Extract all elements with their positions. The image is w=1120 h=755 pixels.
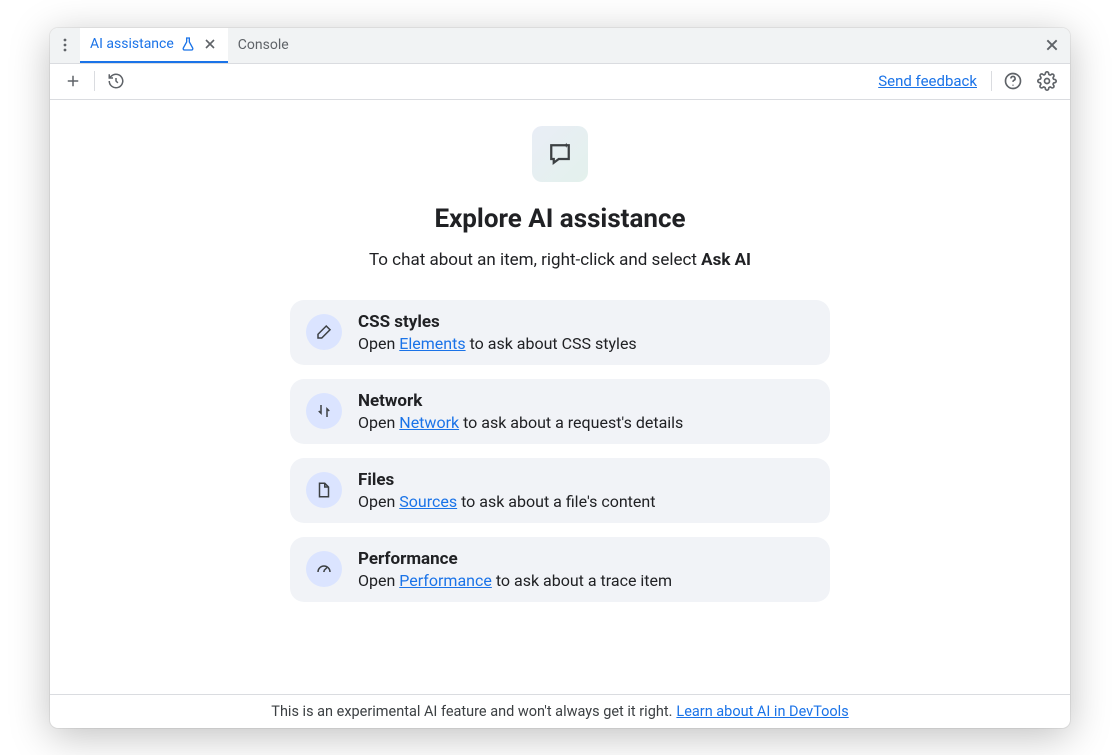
- new-chat-button[interactable]: [60, 68, 86, 94]
- close-tab-icon[interactable]: [202, 36, 218, 52]
- card-performance: Performance Open Performance to ask abou…: [290, 537, 830, 602]
- network-panel-link[interactable]: Network: [399, 413, 459, 432]
- footer-notice: This is an experimental AI feature and w…: [50, 694, 1070, 728]
- performance-panel-link[interactable]: Performance: [399, 571, 492, 590]
- card-title: Files: [358, 470, 655, 490]
- page-title: Explore AI assistance: [434, 204, 685, 234]
- card-desc: Open Elements to ask about CSS styles: [358, 334, 637, 353]
- brush-icon: [306, 314, 342, 350]
- suggestion-cards: CSS styles Open Elements to ask about CS…: [290, 300, 830, 602]
- main-content: Explore AI assistance To chat about an i…: [50, 100, 1070, 694]
- card-desc: Open Network to ask about a request's de…: [358, 413, 683, 432]
- tab-ai-assistance[interactable]: AI assistance: [80, 28, 228, 64]
- separator: [991, 71, 992, 91]
- separator: [94, 71, 95, 91]
- tabbar: AI assistance Console: [50, 28, 1070, 64]
- sources-panel-link[interactable]: Sources: [399, 492, 457, 511]
- learn-about-ai-link[interactable]: Learn about AI in DevTools: [676, 703, 848, 720]
- ai-chat-sparkle-icon: [532, 126, 588, 182]
- card-network: Network Open Network to ask about a requ…: [290, 379, 830, 444]
- history-button[interactable]: [103, 68, 129, 94]
- network-icon: [306, 393, 342, 429]
- elements-panel-link[interactable]: Elements: [399, 334, 465, 353]
- page-subtitle: To chat about an item, right-click and s…: [369, 250, 751, 270]
- tab-label: Console: [238, 37, 289, 53]
- card-title: Network: [358, 391, 683, 411]
- card-title: Performance: [358, 549, 672, 569]
- card-title: CSS styles: [358, 312, 637, 332]
- settings-button[interactable]: [1034, 68, 1060, 94]
- card-desc: Open Performance to ask about a trace it…: [358, 571, 672, 590]
- card-desc: Open Sources to ask about a file's conte…: [358, 492, 655, 511]
- kebab-menu-icon[interactable]: [50, 37, 80, 53]
- help-button[interactable]: [1000, 68, 1026, 94]
- close-panel-icon[interactable]: [1034, 38, 1070, 52]
- gauge-icon: [306, 551, 342, 587]
- tab-console[interactable]: Console: [228, 28, 299, 64]
- card-css-styles: CSS styles Open Elements to ask about CS…: [290, 300, 830, 365]
- toolbar: Send feedback: [50, 64, 1070, 100]
- file-icon: [306, 472, 342, 508]
- card-files: Files Open Sources to ask about a file's…: [290, 458, 830, 523]
- devtools-panel: AI assistance Console Send feedback: [50, 28, 1070, 728]
- experiment-flask-icon: [180, 36, 196, 52]
- tab-label: AI assistance: [90, 36, 174, 52]
- send-feedback-link[interactable]: Send feedback: [878, 72, 977, 90]
